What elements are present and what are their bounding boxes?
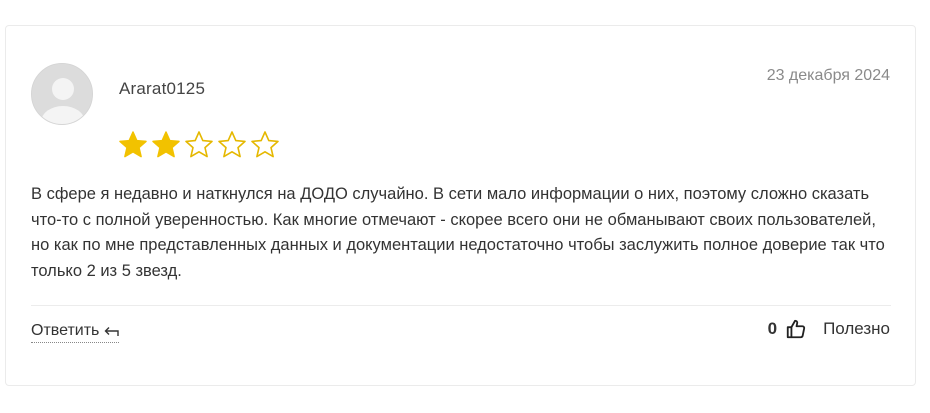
review-text: В сфере я недавно и наткнулся на ДОДО сл… <box>31 185 885 280</box>
review-card: Ararat0125 23 декабря 2024 В сфере я нед… <box>5 25 916 386</box>
reply-label: Ответить <box>31 322 100 339</box>
helpful-area: 0 Полезно <box>768 318 890 340</box>
star-empty-icon <box>251 131 279 158</box>
user-placeholder-icon <box>32 64 92 124</box>
star-empty-icon <box>218 131 246 158</box>
reply-arrow-icon <box>104 327 120 336</box>
review-author: Ararat0125 <box>119 79 206 98</box>
divider <box>31 305 891 306</box>
helpful-label: Полезно <box>823 319 890 338</box>
helpful-count: 0 <box>767 319 778 338</box>
rating-stars <box>117 129 281 161</box>
avatar <box>31 63 93 125</box>
star-empty-icon <box>185 131 213 158</box>
review-date: 23 декабря 2024 <box>766 67 890 84</box>
reply-button[interactable]: Ответить <box>31 322 120 343</box>
star-filled-icon <box>119 131 147 158</box>
star-filled-icon <box>152 131 180 158</box>
thumbs-up-icon[interactable] <box>785 318 807 340</box>
